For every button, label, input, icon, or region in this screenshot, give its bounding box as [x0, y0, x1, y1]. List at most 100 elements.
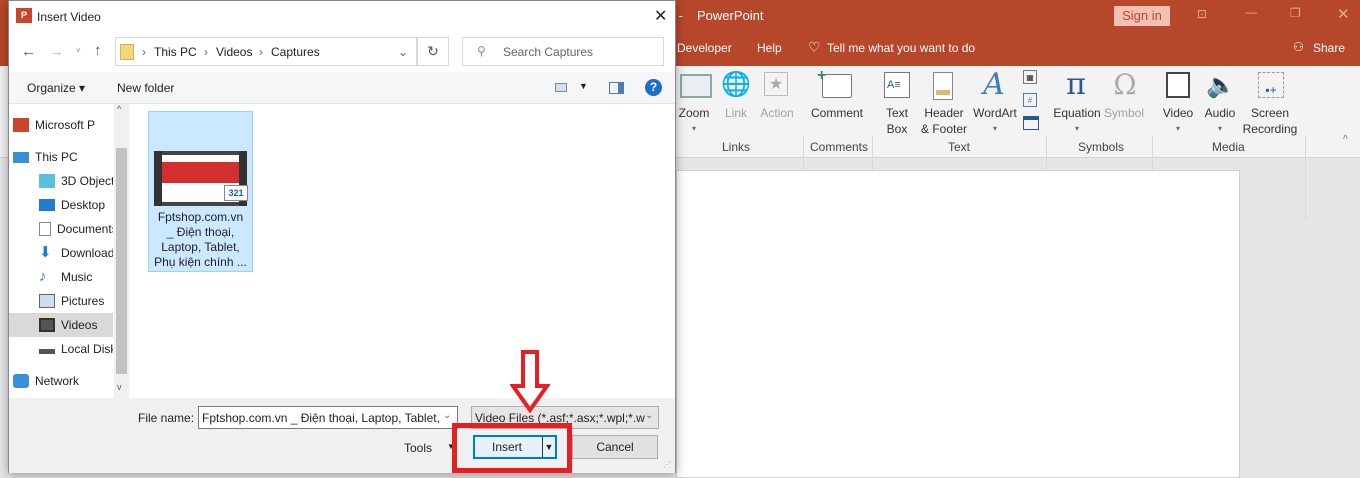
link-button[interactable]: Link: [720, 105, 752, 121]
search-input[interactable]: ⚲ Search Captures: [462, 37, 664, 66]
video-label: Video: [1162, 106, 1194, 120]
scroll-up-icon[interactable]: ^: [117, 104, 121, 114]
address-dropdown-icon[interactable]: ⌄: [398, 45, 408, 59]
new-folder-button[interactable]: New folder: [117, 81, 174, 95]
nav-item-videos[interactable]: Videos: [9, 313, 113, 337]
resize-grip[interactable]: ⋰: [663, 460, 671, 469]
share-button[interactable]: Share: [1313, 41, 1345, 55]
dropdown-arrow: ▾: [691, 124, 696, 133]
scrollbar-thumb[interactable]: [116, 148, 127, 374]
nav-item-3d-objects[interactable]: 3D Objects: [9, 169, 113, 193]
zoom-button[interactable]: Zoom ▾: [676, 105, 712, 137]
view-dropdown-icon[interactable]: ▼: [579, 81, 588, 91]
nav-item-desktop[interactable]: Desktop: [9, 193, 113, 217]
object-icon: [1023, 116, 1039, 130]
dialog-footer: File name: Fptshop.com.vn _ Điện thoại, …: [9, 398, 675, 473]
dropdown-arrow: ▾: [992, 124, 997, 133]
file-type-dropdown-icon[interactable]: ⌄: [645, 410, 654, 421]
minimize-icon[interactable]: —: [1245, 5, 1257, 19]
nav-label: Downloads: [61, 246, 113, 260]
equation-button[interactable]: Equation ▾: [1050, 105, 1104, 137]
tab-developer[interactable]: Developer: [677, 41, 732, 55]
up-button[interactable]: ↑: [94, 42, 102, 59]
wordart-icon: A: [983, 66, 1005, 102]
wordart-button[interactable]: WordArt ▾: [970, 105, 1020, 137]
nav-label: 3D Objects: [61, 174, 113, 188]
dialog-title: Insert Video: [37, 10, 101, 24]
header-footer-button[interactable]: Header & Footer: [918, 105, 970, 137]
action-icon: ★: [764, 72, 788, 96]
video-icon: [39, 318, 55, 332]
video-thumbnail: 321: [154, 151, 248, 206]
tell-me-search[interactable]: Tell me what you want to do: [827, 41, 975, 55]
group-links: Links: [722, 140, 751, 154]
breadcrumb-videos[interactable]: Videos: [216, 45, 252, 59]
nav-scrollbar[interactable]: ^ v: [114, 104, 129, 398]
group-text: Text: [948, 140, 971, 154]
cancel-button[interactable]: Cancel: [572, 435, 658, 459]
audio-button[interactable]: Audio ▾: [1200, 105, 1240, 137]
scroll-down-icon[interactable]: v: [117, 382, 122, 392]
chevron-right-icon: ›: [142, 45, 146, 59]
restore-icon[interactable]: ❐: [1290, 6, 1301, 20]
file-name-field-label: File name:: [138, 411, 195, 425]
group-comments: Comments: [810, 140, 869, 154]
music-icon: ♪: [39, 268, 47, 285]
nav-item-pictures[interactable]: Pictures: [9, 289, 113, 313]
breadcrumb-this-pc[interactable]: This PC: [154, 45, 197, 59]
preview-pane-icon[interactable]: [609, 82, 624, 94]
nav-item-local-disk[interactable]: Local Disk: [9, 337, 113, 361]
close-dialog-button[interactable]: ✕: [654, 6, 667, 26]
video-button[interactable]: Video ▾: [1160, 105, 1196, 137]
file-name-dropdown-icon[interactable]: ⌄: [443, 410, 452, 421]
comment-button[interactable]: Comment: [806, 105, 868, 121]
text-box-label-2: Box: [886, 122, 908, 136]
nav-item-downloads[interactable]: ⬇ Downloads: [9, 241, 113, 265]
close-window-icon[interactable]: ✕: [1337, 5, 1350, 23]
action-button[interactable]: Action: [758, 105, 796, 121]
help-icon[interactable]: ?: [645, 79, 662, 96]
sign-in-button[interactable]: Sign in: [1114, 6, 1170, 26]
date-time-icon: ▦: [1023, 70, 1037, 84]
navigation-pane: Microsoft P This PC 3D Objects Desktop D…: [9, 104, 129, 398]
header-footer-label-2: & Footer: [920, 122, 968, 136]
nav-item-music[interactable]: ♪ Music: [9, 265, 113, 289]
nav-item-this-pc[interactable]: This PC: [13, 145, 117, 169]
collapse-ribbon-icon[interactable]: ^: [1343, 134, 1348, 145]
file-name-input[interactable]: Fptshop.com.vn _ Điện thoại, Laptop, Tab…: [198, 406, 458, 429]
breadcrumb-captures[interactable]: Captures: [271, 45, 320, 59]
group-symbols: Symbols: [1078, 140, 1125, 154]
tab-help[interactable]: Help: [757, 41, 782, 55]
audio-label: Audio: [1204, 106, 1236, 120]
lightbulb-icon: ♡: [808, 39, 821, 55]
address-bar[interactable]: › This PC › Videos › Captures ⌄: [115, 37, 417, 66]
search-icon: ⚲: [477, 44, 486, 58]
recent-locations-dropdown[interactable]: ˅: [76, 46, 81, 55]
file-name-line: Laptop, Tablet,: [161, 240, 240, 254]
screen-recording-button[interactable]: Screen Recording: [1240, 105, 1300, 137]
text-box-label: Text: [885, 106, 908, 120]
media-player-icon: 321: [224, 185, 248, 201]
slide-canvas[interactable]: [676, 170, 1240, 478]
ribbon-display-icon[interactable]: ⊡: [1197, 7, 1207, 21]
symbol-button[interactable]: Symbol: [1102, 105, 1146, 121]
divider: [1305, 136, 1306, 220]
organize-button[interactable]: Organize ▾: [27, 81, 85, 95]
video-file-item[interactable]: 321 Fptshop.com.vn _ Điện thoại, Laptop,…: [148, 111, 253, 272]
tools-button[interactable]: Tools: [404, 441, 432, 455]
nav-label: Pictures: [61, 294, 105, 308]
nav-item-microsoft-powerpoint[interactable]: Microsoft P: [13, 113, 117, 137]
nav-item-documents[interactable]: Documents: [9, 217, 113, 241]
forward-button[interactable]: →: [49, 43, 64, 60]
chevron-right-icon: ›: [204, 45, 208, 59]
nav-item-network[interactable]: Network: [13, 369, 117, 393]
screen-recording-label-2: Recording: [1242, 122, 1298, 136]
file-name-value: Fptshop.com.vn _ Điện thoại, Laptop, Tab…: [202, 411, 440, 425]
refresh-button[interactable]: ↻: [417, 37, 449, 66]
nav-label: Music: [61, 270, 93, 284]
back-button[interactable]: ←: [21, 43, 36, 60]
text-box-button[interactable]: Text Box: [880, 105, 914, 137]
change-view-icon[interactable]: [555, 83, 567, 92]
nav-label: Documents: [57, 222, 113, 236]
file-name-label: Fptshop.com.vn _ Điện thoại, Laptop, Tab…: [149, 210, 252, 270]
